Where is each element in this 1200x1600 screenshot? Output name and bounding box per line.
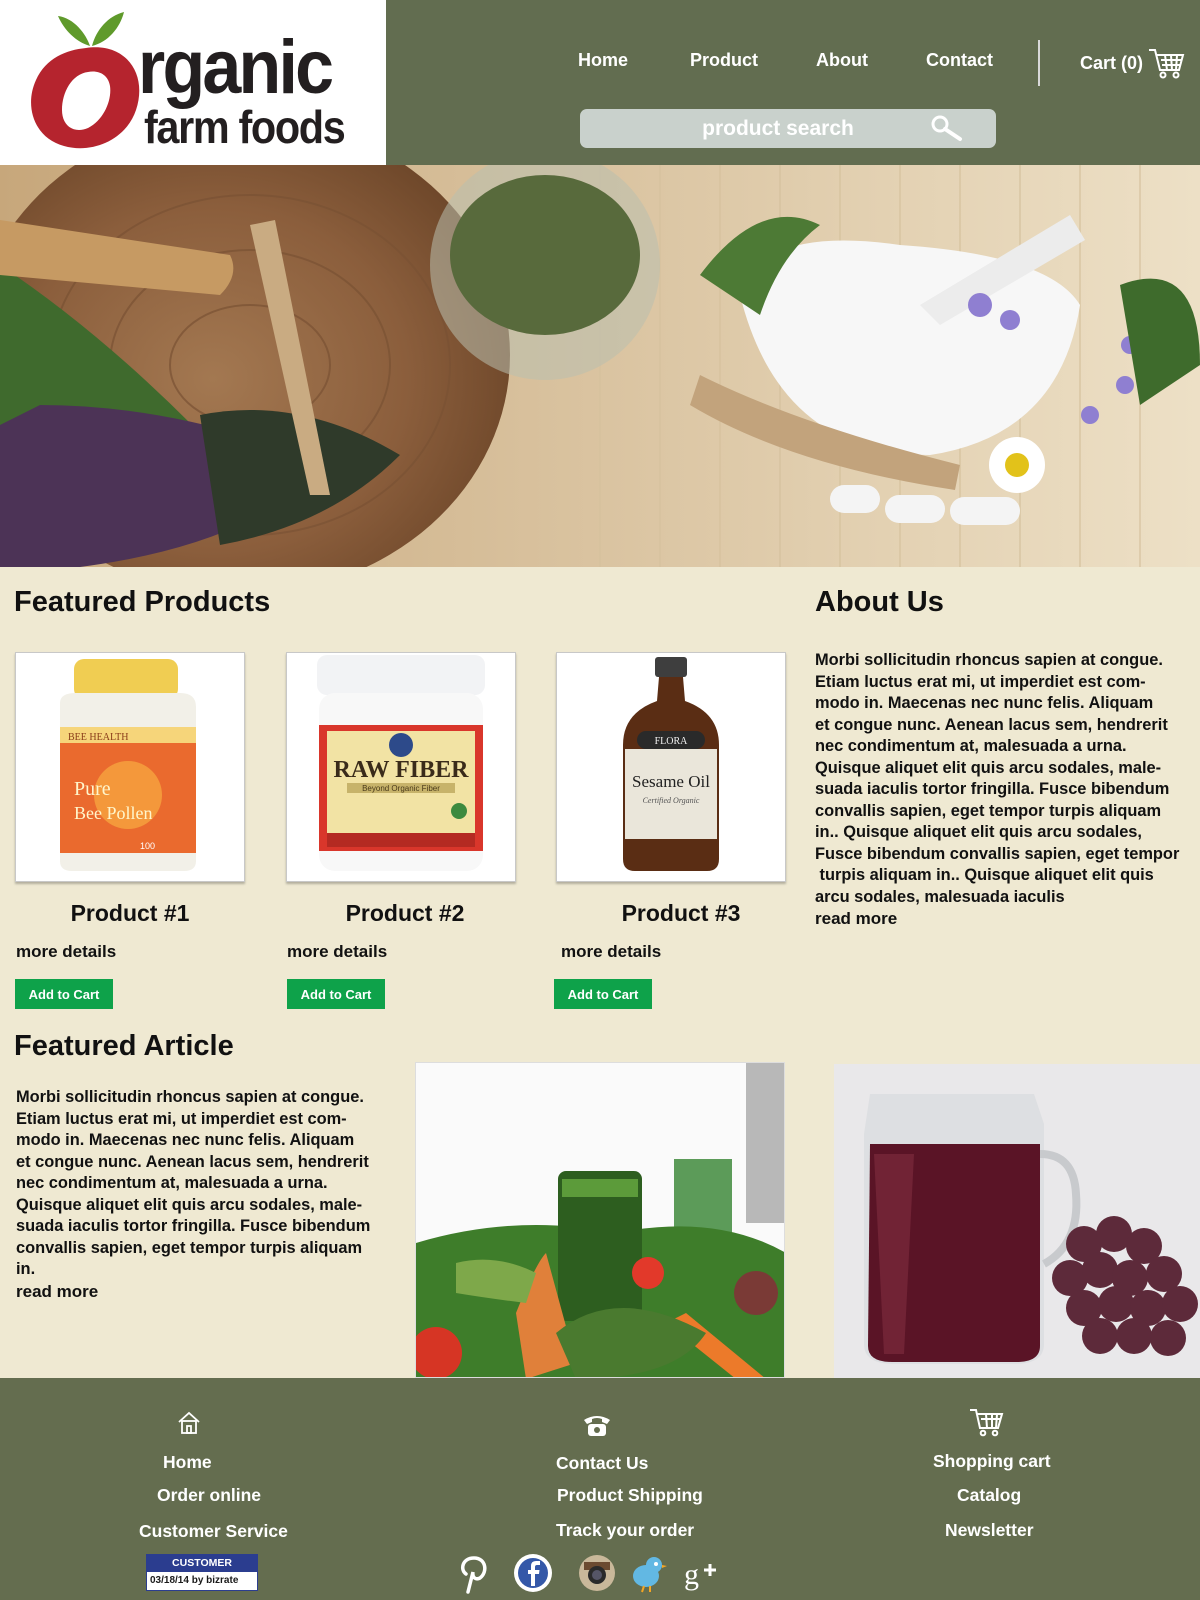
product-2-sub: Beyond Organic Fiber [362,784,440,793]
google-plus-icon[interactable]: g [682,1552,724,1594]
about-line: Morbi sollicitudin rhoncus sapien at con… [815,651,1163,669]
product-3-add-to-cart-button[interactable]: Add to Cart [554,979,652,1009]
product-1-label-2: Bee Pollen [74,803,153,823]
green-juice-vegetables-image [415,1062,785,1378]
product-1-count: 100 [140,841,155,851]
article-line: modo in. Maecenas nec nunc felis. Aliqua… [16,1131,355,1149]
svg-text:g: g [684,1558,699,1591]
featured-products-heading: Featured Products [14,586,271,618]
article-line: nec condimentum at, malesuada a urna. [16,1174,328,1192]
footer-link-track-order[interactable]: Track your order [556,1520,694,1541]
pinterest-icon[interactable] [454,1552,496,1594]
footer-link-order-online[interactable]: Order online [157,1485,261,1506]
about-line: Quisque aliquet elit quis arcu sodales, … [815,758,1162,777]
about-us-text: Morbi sollicitudin rhoncus sapien at con… [815,650,1195,930]
about-line: arcu sodales, malesuada iaculis [815,887,1065,906]
footer-link-shopping-cart[interactable]: Shopping cart [933,1451,1051,1472]
cart-link[interactable]: Cart (0) [1080,46,1185,80]
search-icon[interactable] [928,114,964,142]
footer-link-customer-service[interactable]: Customer Service [139,1521,288,1542]
about-line: Fusce bibendum convallis sapien, eget te… [815,844,1180,863]
about-line: et congue nunc. Aenean lacus sem, hendre… [815,715,1168,734]
nav-product[interactable]: Product [690,50,758,71]
shopping-cart-icon [970,1409,1004,1437]
article-line: et congue nunc. Aenean lacus sem, hendre… [16,1152,369,1171]
product-1-add-to-cart-button[interactable]: Add to Cart [15,979,113,1009]
home-icon [178,1411,200,1434]
footer-link-product-shipping[interactable]: Product Shipping [557,1485,703,1506]
badge-date: 03/18/14 by bizrate [150,1575,239,1586]
product-2-title[interactable]: Product #2 [290,900,520,927]
nav-about[interactable]: About [816,50,868,71]
product-1-image[interactable]: BEE HEALTH Pure Bee Pollen 100 [15,652,245,882]
about-line: convallis sapien, eget tempor turpis ali… [815,801,1162,820]
article-line: convallis sapien, eget tempor turpis ali… [16,1238,363,1257]
badge-title: CUSTOMER CERTIFIED [147,1555,257,1586]
cart-label: Cart (0) [1080,52,1144,73]
instagram-icon[interactable] [576,1552,618,1594]
about-line: turpis aliquam in.. Quisque aliquet elit… [815,866,1154,884]
article-line: in. [16,1260,36,1278]
logo-text-farm-foods: farm foods [144,101,346,153]
apple-o-icon [31,47,140,149]
product-1-brand: BEE HEALTH [68,732,128,743]
featured-article-text: Morbi sollicitudin rhoncus sapien at con… [16,1087,396,1302]
nav-home[interactable]: Home [578,50,628,71]
product-3-image[interactable]: FLORA Sesame Oil Certified Organic [556,652,786,882]
product-3-label: Sesame Oil [632,772,710,791]
about-line: modo in. Maecenas nec nunc felis. Aliqua… [815,694,1154,712]
about-line: Etiam luctus erat mi, ut imperdiet est c… [815,672,1146,691]
product-2-add-to-cart-button[interactable]: Add to Cart [287,979,385,1009]
footer-link-contact-us[interactable]: Contact Us [556,1453,648,1474]
article-line: Etiam luctus erat mi, ut imperdiet est c… [16,1109,347,1128]
bizrate-certified-badge[interactable]: CUSTOMER CERTIFIED 03/18/14 by bizrate [146,1554,258,1591]
site-header: rganic farm foods Home Product About Con… [0,0,1200,165]
footer-link-catalog[interactable]: Catalog [957,1485,1021,1506]
product-3-brand: FLORA [655,736,689,747]
grape-juice-pitcher-image [834,1064,1200,1378]
phone-icon [584,1416,610,1436]
about-line: nec condimentum at, malesuada a urna. [815,737,1127,755]
facebook-icon[interactable] [512,1552,554,1594]
logo-text-organic: rganic [138,25,334,110]
article-line: suada iaculis tortor fringilla. Fusce bi… [16,1217,371,1235]
hero-banner-image [0,165,1200,567]
twitter-icon[interactable] [626,1552,668,1594]
product-1-label-1: Pure [74,778,111,800]
nav-divider [1038,40,1040,86]
product-2-more-details-link[interactable]: more details [287,942,387,962]
site-logo[interactable]: rganic farm foods [0,0,386,165]
about-us-heading: About Us [815,586,944,618]
footer-link-home[interactable]: Home [163,1452,212,1473]
article-line: Quisque aliquet elit quis arcu sodales, … [16,1195,363,1214]
product-1-title[interactable]: Product #1 [15,900,245,927]
about-line: in.. Quisque aliquet elit quis arcu soda… [815,823,1142,841]
footer-link-newsletter[interactable]: Newsletter [945,1520,1034,1541]
product-1-more-details-link[interactable]: more details [16,942,116,962]
product-3-sub: Certified Organic [643,796,700,805]
about-read-more-link[interactable]: read more [815,908,1195,930]
featured-article-heading: Featured Article [14,1030,234,1062]
product-3-more-details-link[interactable]: more details [561,942,661,962]
product-2-label: RAW FIBER [334,757,470,783]
article-line: Morbi sollicitudin rhoncus sapien at con… [16,1088,364,1106]
shopping-cart-icon [1149,49,1185,79]
product-2-image[interactable]: RAW FIBER Beyond Organic Fiber [286,652,516,882]
about-line: suada iaculis tortor fringilla. Fusce bi… [815,780,1170,798]
nav-contact[interactable]: Contact [926,50,993,71]
product-3-title[interactable]: Product #3 [566,900,796,927]
article-read-more-link[interactable]: read more [16,1281,396,1303]
